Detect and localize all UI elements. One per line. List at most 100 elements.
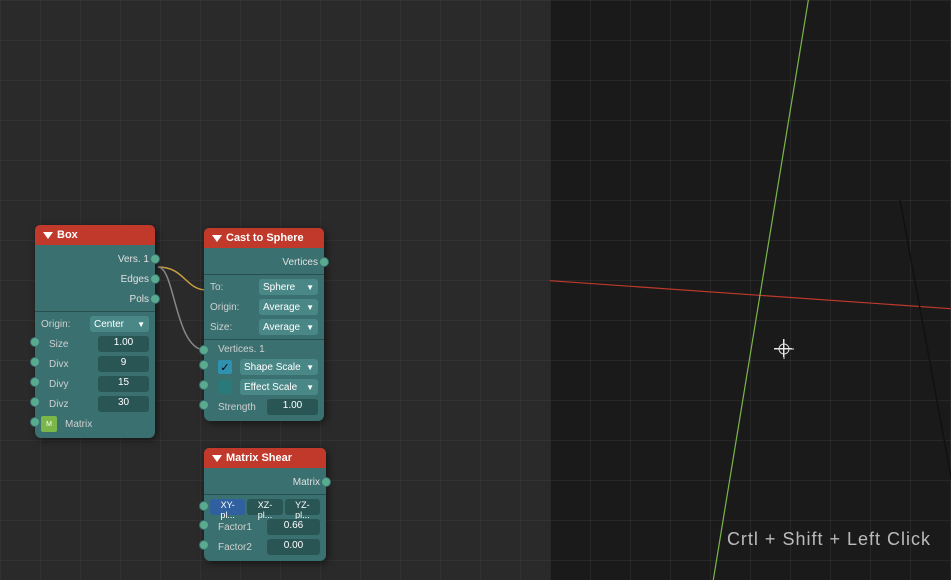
factor1-socket[interactable] bbox=[199, 520, 209, 530]
plane-inputs-row: XY-pl... XZ-pl... YZ-pl... bbox=[204, 497, 326, 517]
to-value: Sphere bbox=[263, 282, 295, 293]
collapse-icon[interactable] bbox=[43, 232, 53, 239]
shape-scale-dropdown[interactable]: Shape Scale ▼ bbox=[240, 359, 318, 375]
cast-node-body: Vertices To: Sphere ▼ Origin: Average ▼ bbox=[204, 248, 324, 421]
plane-socket[interactable] bbox=[199, 501, 209, 511]
matrix-collapse-icon[interactable] bbox=[212, 455, 222, 462]
viewport-grid bbox=[550, 0, 951, 580]
size-label: Size bbox=[49, 339, 94, 350]
factor2-label: Factor2 bbox=[218, 542, 263, 553]
divx-socket[interactable] bbox=[30, 357, 40, 367]
vers-label: Vers. 1 bbox=[41, 254, 149, 265]
vertices-output-socket[interactable] bbox=[319, 257, 329, 267]
size-socket[interactable] bbox=[30, 337, 40, 347]
vertices-output-label: Vertices bbox=[210, 257, 318, 268]
origin-dropdown[interactable]: Center ▼ bbox=[90, 316, 149, 332]
size-row: Size: Average ▼ bbox=[204, 317, 324, 337]
effect-scale-row: Effect Scale ▼ bbox=[204, 377, 324, 397]
cast-size-value: Average bbox=[263, 322, 300, 333]
cast-size-dropdown[interactable]: Average ▼ bbox=[259, 319, 318, 335]
cast-size-label: Size: bbox=[210, 322, 255, 333]
box-node-header: Box bbox=[35, 225, 155, 245]
to-label: To: bbox=[210, 282, 255, 293]
strength-value[interactable]: 1.00 bbox=[267, 399, 318, 415]
strength-socket[interactable] bbox=[199, 400, 209, 410]
shape-scale-row: ✓ Shape Scale ▼ bbox=[204, 357, 324, 377]
xz-input[interactable]: XZ-pl... bbox=[247, 499, 282, 515]
box-node: Box Vers. 1 Edges Pols Origin: Center bbox=[35, 225, 155, 438]
vertices-input-label: Vertices. 1 bbox=[218, 344, 298, 355]
shape-scale-label: Shape Scale bbox=[244, 362, 301, 373]
matrix-output-socket[interactable] bbox=[321, 477, 331, 487]
cast-collapse-icon[interactable] bbox=[212, 235, 222, 242]
separator bbox=[35, 311, 155, 312]
cast-origin-label: Origin: bbox=[210, 302, 255, 313]
strength-row: Strength 1.00 bbox=[204, 397, 324, 417]
viewport[interactable]: Crtl + Shift + Left Click bbox=[550, 0, 951, 580]
divz-socket[interactable] bbox=[30, 397, 40, 407]
cast-origin-value: Average bbox=[263, 302, 300, 313]
matrix-output-row: Matrix bbox=[204, 472, 326, 492]
divz-value[interactable]: 30 bbox=[98, 396, 149, 412]
factor1-row: Factor1 0.66 bbox=[204, 517, 326, 537]
strength-label: Strength bbox=[218, 402, 263, 413]
divx-label: Divx bbox=[49, 359, 94, 370]
edges-output-row: Edges bbox=[35, 269, 155, 289]
matrix-socket[interactable] bbox=[30, 417, 40, 427]
vers-output-row: Vers. 1 bbox=[35, 249, 155, 269]
to-arrow: ▼ bbox=[306, 283, 314, 292]
divx-value[interactable]: 9 bbox=[98, 356, 149, 372]
xy-input[interactable]: XY-pl... bbox=[210, 499, 245, 515]
node-editor[interactable]: Box Vers. 1 Edges Pols Origin: Center bbox=[0, 0, 550, 580]
matrix-label: Matrix bbox=[65, 419, 110, 430]
effect-scale-socket[interactable] bbox=[199, 380, 209, 390]
matrix-shear-node: Matrix Shear Matrix XY-pl... XZ-pl... YZ… bbox=[204, 448, 326, 561]
vertices-input-row: Vertices. 1 bbox=[204, 342, 324, 357]
matrix-row: M Matrix bbox=[35, 414, 155, 434]
origin-value: Center bbox=[94, 319, 124, 330]
sep2 bbox=[204, 274, 324, 275]
effect-scale-toggle[interactable] bbox=[218, 380, 232, 394]
vers-socket[interactable] bbox=[150, 254, 160, 264]
box-node-title: Box bbox=[57, 229, 78, 241]
size-value[interactable]: 1.00 bbox=[98, 336, 149, 352]
hint-text: Crtl + Shift + Left Click bbox=[727, 529, 931, 550]
divy-socket[interactable] bbox=[30, 377, 40, 387]
matrix-sep bbox=[204, 494, 326, 495]
cast-to-sphere-node: Cast to Sphere Vertices To: Sphere ▼ Ori… bbox=[204, 228, 324, 421]
shape-scale-arrow: ▼ bbox=[306, 363, 314, 372]
divy-label: Divy bbox=[49, 379, 94, 390]
pols-output-row: Pols bbox=[35, 289, 155, 309]
divy-field-row: Divy 15 bbox=[35, 374, 155, 394]
divy-value[interactable]: 15 bbox=[98, 376, 149, 392]
crosshair bbox=[774, 339, 792, 357]
box-node-body: Vers. 1 Edges Pols Origin: Center ▼ bbox=[35, 245, 155, 438]
cast-origin-row: Origin: Average ▼ bbox=[204, 297, 324, 317]
matrix-output-label: Matrix bbox=[210, 477, 320, 488]
yz-input[interactable]: YZ-pl... bbox=[285, 499, 320, 515]
shape-scale-toggle[interactable]: ✓ bbox=[218, 360, 232, 374]
divz-field-row: Divz 30 bbox=[35, 394, 155, 414]
vertices-input-socket[interactable] bbox=[199, 345, 209, 355]
pols-socket[interactable] bbox=[150, 294, 160, 304]
matrix-shear-title: Matrix Shear bbox=[226, 452, 292, 464]
factor1-value[interactable]: 0.66 bbox=[267, 519, 320, 535]
factor2-value[interactable]: 0.00 bbox=[267, 539, 320, 555]
matrix-icon: M bbox=[41, 416, 57, 432]
cast-origin-dropdown[interactable]: Average ▼ bbox=[259, 299, 318, 315]
effect-scale-dropdown[interactable]: Effect Scale ▼ bbox=[240, 379, 318, 395]
size-field-row: Size 1.00 bbox=[35, 334, 155, 354]
to-dropdown[interactable]: Sphere ▼ bbox=[259, 279, 318, 295]
shape-scale-socket[interactable] bbox=[199, 360, 209, 370]
origin-label: Origin: bbox=[41, 319, 86, 330]
factor2-socket[interactable] bbox=[199, 540, 209, 550]
cast-origin-arrow: ▼ bbox=[306, 303, 314, 312]
origin-arrow: ▼ bbox=[137, 320, 145, 329]
factor2-row: Factor2 0.00 bbox=[204, 537, 326, 557]
edges-socket[interactable] bbox=[150, 274, 160, 284]
sep3 bbox=[204, 339, 324, 340]
effect-scale-arrow: ▼ bbox=[306, 383, 314, 392]
cast-node-header: Cast to Sphere bbox=[204, 228, 324, 248]
vertices-output-row: Vertices bbox=[204, 252, 324, 272]
matrix-shear-header: Matrix Shear bbox=[204, 448, 326, 468]
